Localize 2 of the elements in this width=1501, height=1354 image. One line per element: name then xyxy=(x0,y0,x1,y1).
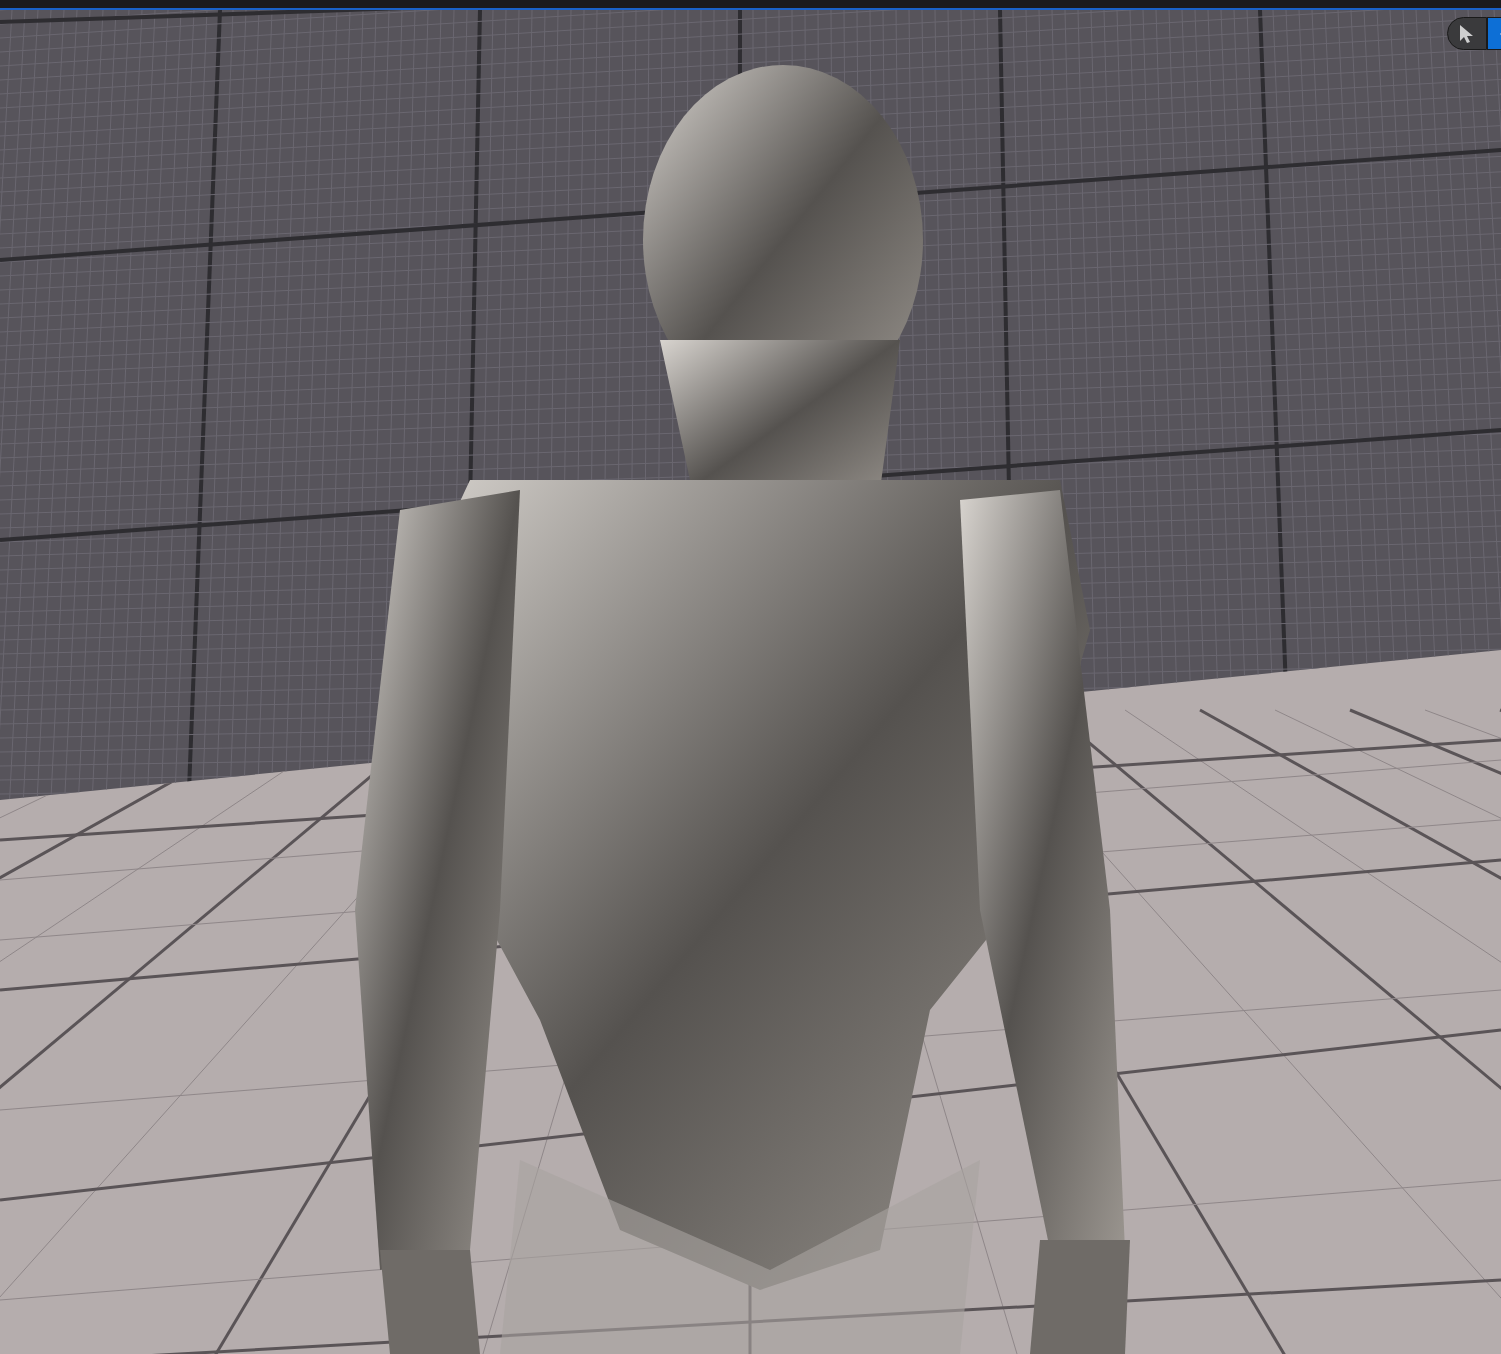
cursor-icon xyxy=(1459,23,1475,44)
select-tool-button[interactable] xyxy=(1447,17,1487,50)
